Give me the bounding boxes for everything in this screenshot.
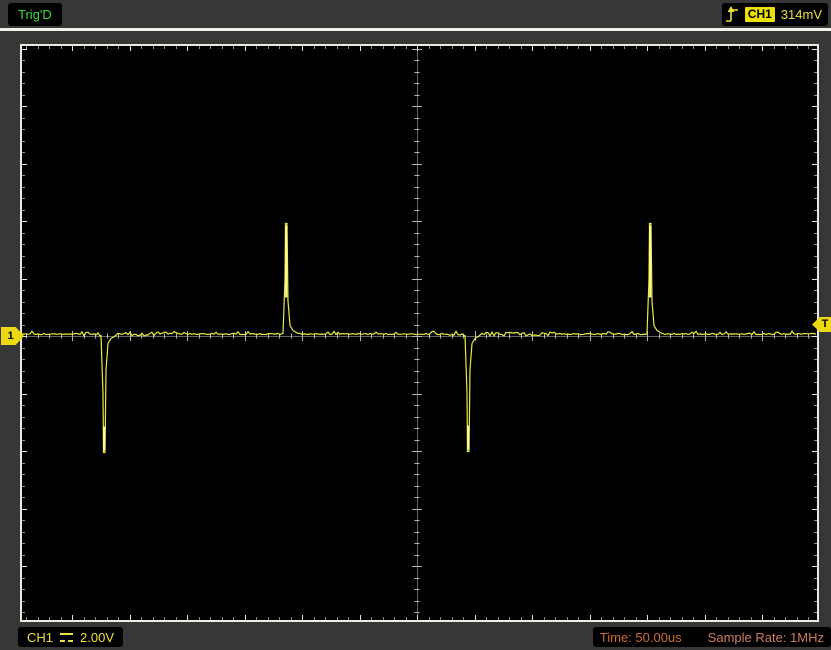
trigger-level-readout: 314mV [780, 7, 822, 22]
trigger-status-readout: Trig'D [8, 3, 62, 26]
trigger-source-badge: CH1 [744, 7, 775, 22]
separator-line [0, 28, 831, 31]
time-per-div-readout: Time: 50.00us [599, 629, 682, 645]
channel1-label: CH1 [27, 629, 54, 645]
dc-coupling-icon [60, 633, 74, 642]
trigger-marker-label: T [821, 318, 829, 330]
timebase-readout: Time: 50.00us Sample Rate: 1MHz [592, 627, 831, 647]
trigger-status-label: Trig'D [18, 7, 52, 22]
channel1-settings-readout: CH1 2.00V [18, 627, 123, 647]
channel1-marker-label: 1 [7, 329, 14, 342]
rising-edge-trigger-icon [725, 5, 739, 24]
volts-per-div-readout: 2.00V [80, 629, 114, 645]
scope-screen [20, 44, 819, 622]
trigger-info-readout: CH1 314mV [722, 3, 828, 26]
sample-rate-readout: Sample Rate: 1MHz [707, 629, 824, 645]
graticule-and-waveform [22, 46, 817, 620]
oscilloscope-ui: { "status_bar": { "trigger_status": "Tri… [0, 0, 831, 650]
